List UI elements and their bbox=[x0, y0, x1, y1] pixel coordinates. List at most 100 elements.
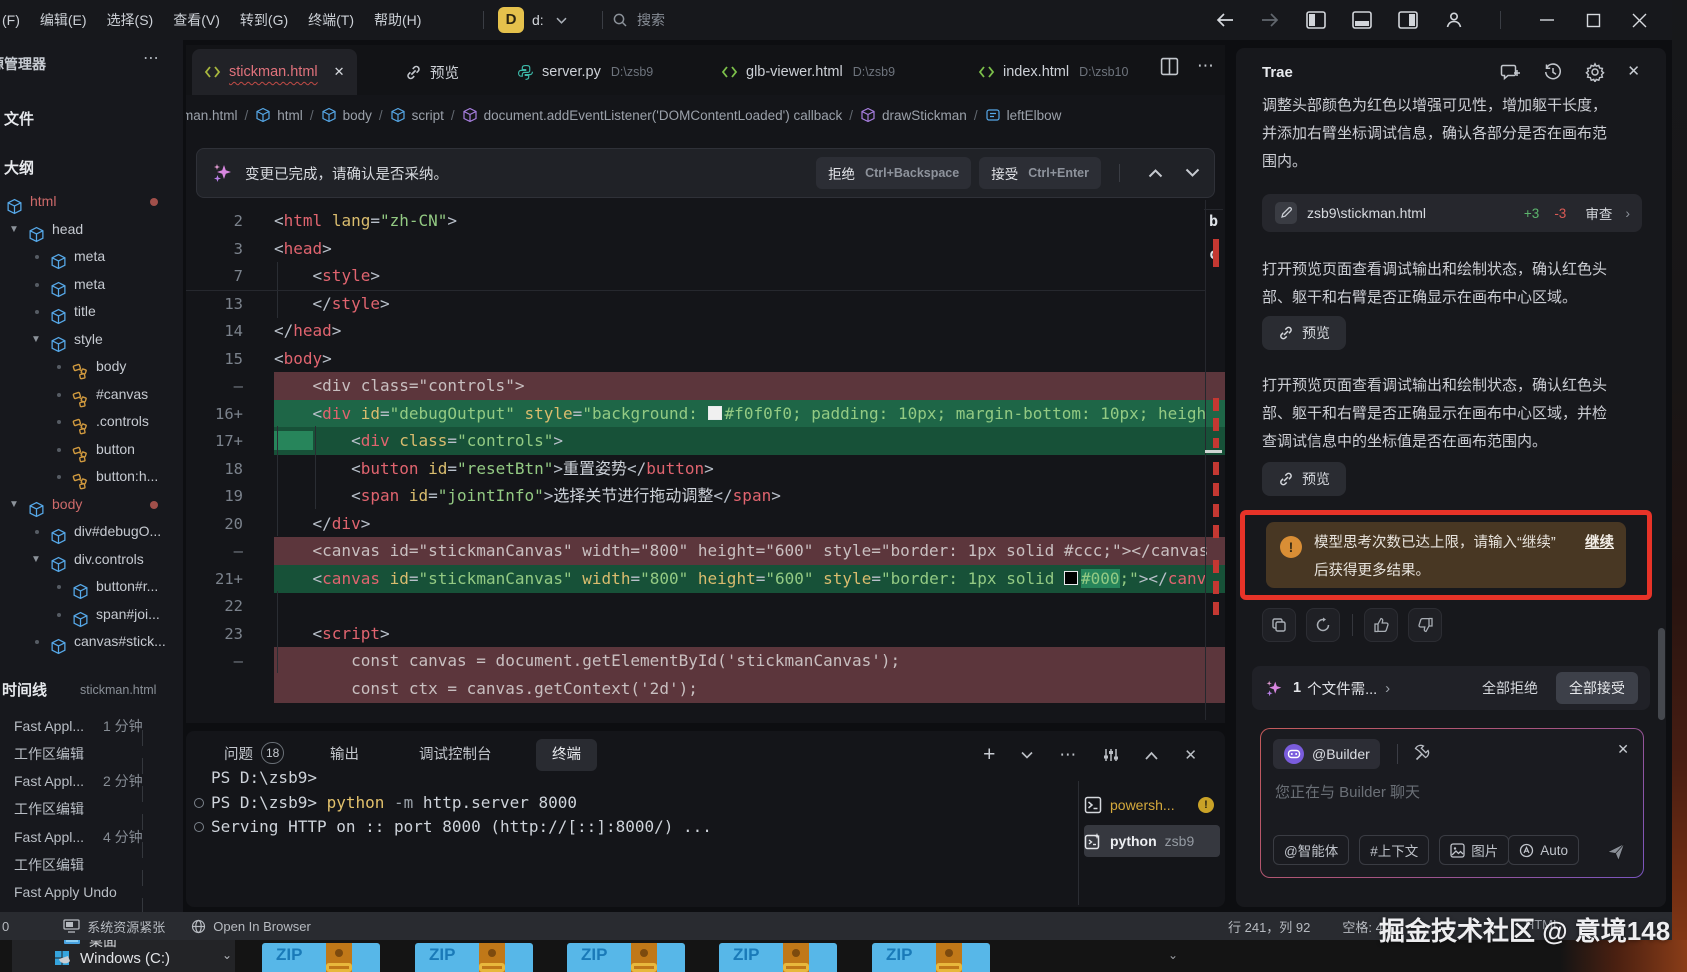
menu-edit[interactable]: 编辑(E) bbox=[30, 0, 97, 40]
new-terminal-icon[interactable]: + bbox=[983, 743, 995, 767]
history-icon[interactable] bbox=[1543, 62, 1563, 82]
breadcrumb-item-leftelbow[interactable]: leftElbow bbox=[985, 107, 1062, 123]
outline-item-span#joi...[interactable]: span#joi... bbox=[0, 601, 183, 628]
zip-file-icon[interactable]: ZIP bbox=[567, 943, 685, 972]
back-icon[interactable] bbox=[1214, 10, 1234, 30]
code-line[interactable]: const ctx = canvas.getContext('2d'); bbox=[186, 675, 1225, 703]
outline-item-buttonh...[interactable]: button:h... bbox=[0, 463, 183, 490]
code-line[interactable]: 21+ <canvas id="stickmanCanvas" width="8… bbox=[186, 565, 1225, 593]
timeline-section-header[interactable]: 时间线 bbox=[2, 679, 47, 700]
search-input[interactable]: 搜索 bbox=[612, 7, 665, 33]
tab-index-html[interactable]: index.html D:\zsb10 bbox=[966, 49, 1140, 95]
outline-item-body[interactable]: body bbox=[0, 353, 183, 380]
timeline-item[interactable]: 工作区编辑 bbox=[0, 740, 183, 768]
outline-item-html[interactable]: html bbox=[0, 188, 183, 215]
explorer-more-icon[interactable]: ⋯ bbox=[143, 48, 160, 68]
tab-preview[interactable]: 预览 bbox=[393, 49, 471, 95]
status-line-col[interactable]: 行 241，列 92 bbox=[1228, 917, 1310, 936]
code-editor[interactable]: 2<html lang="zh-CN">3<head>7 <style>13 <… bbox=[186, 198, 1225, 723]
accept-button[interactable]: 接受Ctrl+Enter bbox=[979, 157, 1101, 189]
tab-stickman-html[interactable]: stickman.html ✕ bbox=[192, 49, 357, 95]
breadcrumb-item-script[interactable]: script bbox=[390, 107, 444, 123]
outline-item-div#debugO...[interactable]: div#debugO... bbox=[0, 518, 183, 545]
terminal-output[interactable]: PS D:\zsb9>PS D:\zsb9> python -m http.se… bbox=[211, 766, 712, 840]
menu-view[interactable]: 查看(V) bbox=[163, 0, 230, 40]
terminal-session-powershell[interactable]: powersh... ! bbox=[1084, 789, 1220, 821]
breadcrumb-item-callback[interactable]: document.addEventListener('DOMContentLoa… bbox=[462, 107, 843, 123]
thumbs-down-button[interactable] bbox=[1408, 608, 1442, 642]
send-icon[interactable] bbox=[1605, 841, 1627, 863]
code-line[interactable]: 23 <script> bbox=[186, 620, 1225, 648]
code-line[interactable]: 7 <style> bbox=[186, 262, 1225, 290]
maximize-panel-icon[interactable] bbox=[1145, 751, 1158, 760]
outline-item-meta[interactable]: meta bbox=[0, 243, 183, 270]
timeline-item[interactable]: 工作区编辑 bbox=[0, 851, 183, 879]
settings-gear-icon[interactable] bbox=[1585, 62, 1605, 82]
thumbs-up-button[interactable] bbox=[1364, 608, 1398, 642]
timeline-item[interactable]: Fast Apply Undo bbox=[0, 878, 183, 906]
image-button[interactable]: 图片 bbox=[1439, 835, 1509, 865]
zip-file-icon[interactable]: ZIP bbox=[415, 943, 533, 972]
menu-terminal[interactable]: 终端(T) bbox=[298, 0, 364, 40]
builder-agent-chip[interactable]: @Builder bbox=[1273, 739, 1380, 769]
preview-button[interactable]: 预览 bbox=[1262, 462, 1346, 496]
code-line[interactable]: 2<html lang="zh-CN"> bbox=[186, 207, 1225, 235]
panel-more-icon[interactable]: ⋯ bbox=[1059, 745, 1077, 765]
outline-item-.controls[interactable]: .controls bbox=[0, 408, 183, 435]
code-line[interactable]: 13 </style> bbox=[186, 290, 1225, 318]
regenerate-button[interactable] bbox=[1306, 608, 1340, 642]
chevron-right-icon[interactable]: › bbox=[1385, 680, 1390, 697]
code-line[interactable]: 22 bbox=[186, 592, 1225, 620]
code-line[interactable]: 18 <button id="resetBtn">重置姿势</button> bbox=[186, 455, 1225, 483]
copy-button[interactable] bbox=[1262, 608, 1296, 642]
context-button[interactable]: #上下文 bbox=[1359, 835, 1429, 865]
terminal-session-python[interactable]: python zsb9 bbox=[1084, 825, 1220, 857]
code-line[interactable]: — const canvas = document.getElementById… bbox=[186, 647, 1225, 675]
breadcrumb-item-html[interactable]: html bbox=[255, 107, 303, 123]
status-spaces[interactable]: 空格: 4 bbox=[1342, 917, 1382, 936]
toggle-panel-icon[interactable] bbox=[1352, 10, 1372, 30]
review-link[interactable]: 审查 bbox=[1585, 203, 1612, 223]
previous-change-icon[interactable] bbox=[1148, 168, 1163, 178]
zip-file-icon[interactable]: ZIP bbox=[719, 943, 837, 972]
close-panel-icon[interactable]: ✕ bbox=[1627, 62, 1640, 82]
code-line[interactable]: — <canvas id="stickmanCanvas" width="800… bbox=[186, 537, 1225, 565]
reject-all-button[interactable]: 全部拒绝 bbox=[1482, 678, 1538, 698]
code-line[interactable]: 20 </div> bbox=[186, 510, 1225, 538]
status-resources[interactable]: 系统资源紧张 bbox=[63, 917, 165, 936]
maximize-icon[interactable] bbox=[1583, 10, 1603, 30]
zip-file-icon[interactable]: ZIP bbox=[872, 943, 990, 972]
status-open-in-browser[interactable]: Open In Browser bbox=[191, 919, 311, 934]
reject-button[interactable]: 拒绝Ctrl+Backspace bbox=[816, 157, 971, 189]
preview-button[interactable]: 预览 bbox=[1262, 316, 1346, 350]
tab-server-py[interactable]: server.py D:\zsb9 bbox=[505, 49, 665, 95]
minimize-icon[interactable] bbox=[1537, 10, 1557, 30]
drive-label[interactable]: d: bbox=[532, 0, 544, 40]
zip-file-icon[interactable]: ZIP bbox=[262, 943, 380, 972]
new-chat-icon[interactable] bbox=[1500, 62, 1521, 82]
outline-section-header[interactable]: 大纲 bbox=[4, 157, 34, 178]
outline-item-button#r...[interactable]: button#r... bbox=[0, 573, 183, 600]
outline-item-button[interactable]: button bbox=[0, 436, 183, 463]
toggle-secondary-sidebar-icon[interactable] bbox=[1398, 10, 1418, 30]
menu-file[interactable]: (F) bbox=[0, 0, 30, 40]
panel-filter-icon[interactable] bbox=[1103, 747, 1119, 763]
breadcrumb-file[interactable]: stickman.html bbox=[186, 108, 238, 123]
status-counter[interactable]: 0 bbox=[2, 919, 9, 934]
tab-glb-viewer-html[interactable]: glb-viewer.html D:\zsb9 bbox=[709, 49, 907, 95]
timeline-item[interactable]: Fast Appl...1 分钟 bbox=[0, 712, 183, 740]
close-panel-icon[interactable]: ✕ bbox=[1184, 746, 1197, 764]
code-line[interactable]: — <div class="controls"> bbox=[186, 372, 1225, 400]
close-icon[interactable]: ✕ bbox=[1617, 741, 1629, 758]
chat-scrollbar[interactable] bbox=[1658, 628, 1665, 720]
outline-item-div.controls[interactable]: ▼div.controls bbox=[0, 546, 183, 573]
close-window-icon[interactable] bbox=[1629, 10, 1649, 30]
breadcrumb-item-drawstickman[interactable]: drawStickman bbox=[860, 107, 967, 123]
timeline-item[interactable]: Fast Appl...4 分钟 bbox=[0, 823, 183, 851]
split-editor-icon[interactable] bbox=[1160, 57, 1179, 76]
changed-file-card[interactable]: zsb9\stickman.html +3 -3 审查 › bbox=[1262, 194, 1642, 232]
chevron-down-icon[interactable] bbox=[556, 0, 567, 24]
outline-item-head[interactable]: ▼head bbox=[0, 216, 183, 243]
outline-item-canvas#stick...[interactable]: canvas#stick... bbox=[0, 628, 183, 655]
code-line[interactable]: 15<body> bbox=[186, 345, 1225, 373]
